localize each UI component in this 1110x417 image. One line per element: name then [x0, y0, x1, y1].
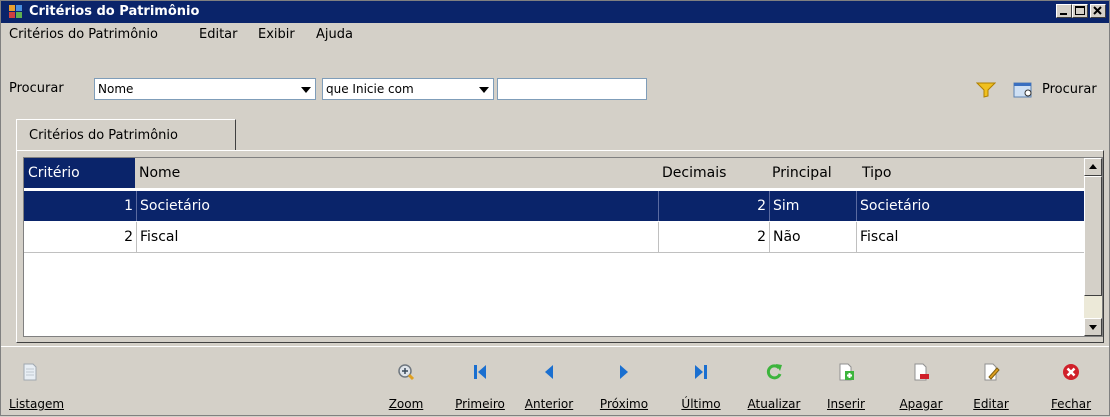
search-button-label: Procurar: [1042, 82, 1097, 97]
refresh-icon: [766, 364, 782, 380]
fechar-button[interactable]: Fechar: [1045, 357, 1097, 413]
cell-principal: Não: [770, 222, 857, 252]
maximize-button[interactable]: [1072, 4, 1088, 18]
app-icon: [9, 5, 22, 18]
column-header-decimais[interactable]: Decimais: [662, 158, 762, 188]
table-row[interactable]: 2 Fiscal 2 Não Fiscal: [24, 222, 1084, 252]
primeiro-button[interactable]: Primeiro: [449, 357, 511, 413]
cell-principal: Sim: [770, 191, 857, 221]
arrow-up-icon: [1089, 164, 1097, 169]
menu-bar: Critérios do Patrimônio Editar Exibir Aj…: [1, 24, 1109, 46]
last-record-icon: [695, 365, 707, 379]
cell-criterio: 1: [24, 191, 137, 221]
cell-decimais: 2: [659, 191, 770, 221]
apagar-button[interactable]: Apagar: [893, 357, 949, 413]
column-header-principal[interactable]: Principal: [772, 158, 862, 188]
edit-icon: [984, 363, 1000, 381]
scroll-down-button[interactable]: [1084, 318, 1102, 336]
cell-nome: Fiscal: [137, 222, 659, 252]
menu-exibir[interactable]: Exibir: [258, 27, 295, 42]
zoom-button[interactable]: Zoom: [384, 357, 428, 413]
cell-criterio: 2: [24, 222, 137, 252]
cell-decimais: 2: [659, 222, 770, 252]
ultimo-label: Último: [681, 397, 721, 411]
chevron-down-icon: [301, 87, 311, 93]
menu-editar[interactable]: Editar: [199, 27, 238, 42]
document-icon: [23, 363, 37, 381]
search-label: Procurar: [9, 81, 64, 96]
close-button[interactable]: [1090, 4, 1106, 18]
previous-record-icon: [545, 365, 553, 379]
anterior-label: Anterior: [524, 397, 574, 411]
atualizar-label: Atualizar: [747, 397, 801, 411]
ultimo-button[interactable]: Último: [673, 357, 729, 413]
column-header-criterio[interactable]: Critério: [24, 158, 135, 188]
apagar-label: Apagar: [899, 397, 943, 411]
minimize-button[interactable]: [1056, 4, 1072, 18]
fechar-label: Fechar: [1050, 397, 1092, 411]
minimize-icon: [1060, 13, 1067, 15]
cell-tipo: Societário: [860, 198, 930, 214]
atualizar-button[interactable]: Atualizar: [739, 357, 809, 413]
column-header-tipo[interactable]: Tipo: [862, 158, 1062, 188]
add-document-icon: [839, 363, 854, 381]
inserir-label: Inserir: [827, 397, 865, 411]
search-operator-select[interactable]: que Inicie com: [322, 78, 494, 100]
search-button[interactable]: Procurar: [1013, 79, 1105, 101]
search-input[interactable]: [497, 78, 647, 100]
main-window: Critérios do Patrimônio Critérios do Pat…: [0, 0, 1110, 416]
search-field-value: Nome: [98, 82, 134, 96]
vertical-scrollbar[interactable]: [1084, 158, 1102, 336]
scroll-up-button[interactable]: [1084, 158, 1102, 176]
cell-tipo: Fiscal: [860, 229, 899, 245]
bottom-toolbar: Listagem Zoom Primeiro Anterior Próximo …: [1, 346, 1109, 417]
row-divider: [24, 252, 1084, 253]
zoom-icon: [398, 364, 415, 381]
arrow-down-icon: [1089, 325, 1097, 330]
first-record-icon: [474, 365, 486, 379]
anterior-button[interactable]: Anterior: [518, 357, 580, 413]
chevron-down-icon: [479, 87, 489, 93]
tab-criterios[interactable]: Critérios do Patrimônio: [16, 119, 236, 151]
close-icon: [1093, 6, 1102, 15]
grid-header: Critério Nome Decimais Principal Tipo: [24, 158, 1084, 188]
editar-label: Editar: [973, 397, 1009, 411]
proximo-button[interactable]: Próximo: [594, 357, 654, 413]
search-operator-value: que Inicie com: [326, 82, 414, 96]
tab-label: Critérios do Patrimônio: [29, 128, 178, 143]
primeiro-label: Primeiro: [455, 397, 505, 411]
listagem-label: Listagem: [9, 397, 65, 411]
menu-criterios[interactable]: Critérios do Patrimônio: [9, 27, 158, 42]
delete-document-icon: [914, 363, 929, 381]
listagem-button[interactable]: Listagem: [9, 357, 69, 413]
window-title: Critérios do Patrimônio: [29, 4, 200, 19]
data-grid: Critério Nome Decimais Principal Tipo 1 …: [23, 157, 1103, 337]
close-circle-icon: [1063, 364, 1079, 380]
next-record-icon: [620, 365, 628, 379]
zoom-label: Zoom: [388, 397, 424, 411]
filter-icon[interactable]: [976, 82, 996, 98]
menu-ajuda[interactable]: Ajuda: [316, 27, 353, 42]
editar-button[interactable]: Editar: [969, 357, 1013, 413]
proximo-label: Próximo: [599, 397, 649, 411]
title-bar[interactable]: Critérios do Patrimônio: [1, 1, 1109, 23]
search-icon: [1013, 82, 1032, 98]
cell-nome: Societário: [137, 191, 659, 221]
column-header-nome[interactable]: Nome: [139, 158, 659, 188]
table-row[interactable]: 1 Societário 2 Sim Societário: [24, 191, 1084, 221]
maximize-icon: [1075, 6, 1085, 15]
inserir-button[interactable]: Inserir: [821, 357, 871, 413]
scroll-thumb[interactable]: [1084, 176, 1102, 296]
search-field-select[interactable]: Nome: [94, 78, 316, 100]
